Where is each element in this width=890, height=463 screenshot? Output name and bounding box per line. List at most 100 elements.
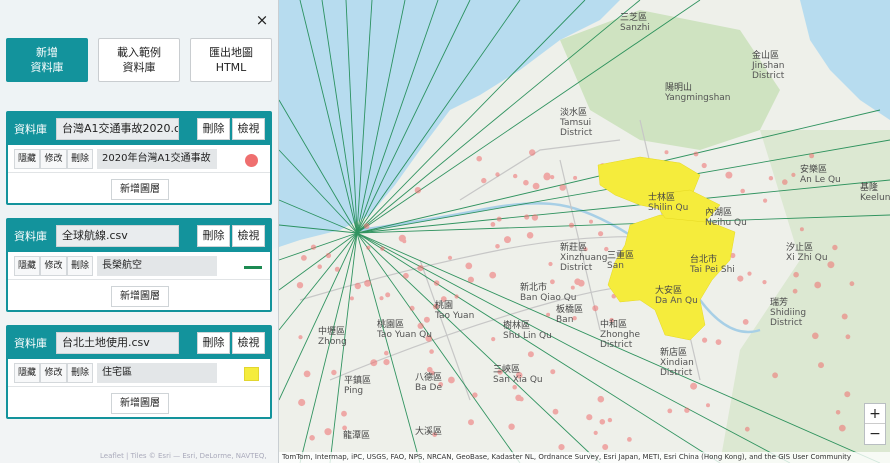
view-database-button[interactable]: 檢視 — [232, 225, 265, 247]
accident-point[interactable] — [548, 261, 553, 267]
accident-point[interactable] — [454, 294, 459, 299]
accident-point[interactable] — [725, 171, 733, 179]
edit-layer-button[interactable]: 修改 — [40, 363, 67, 383]
zoom-in-button[interactable]: + — [865, 404, 885, 424]
accident-point[interactable] — [793, 271, 799, 278]
accident-point[interactable] — [524, 214, 530, 220]
accident-point[interactable] — [740, 188, 745, 194]
accident-point[interactable] — [433, 280, 440, 286]
accident-point[interactable] — [546, 312, 551, 317]
accident-point[interactable] — [324, 428, 332, 436]
accident-point[interactable] — [744, 426, 750, 432]
accident-point[interactable] — [472, 392, 478, 398]
accident-point[interactable] — [589, 219, 593, 224]
accident-point[interactable] — [429, 349, 434, 354]
delete-layer-button[interactable]: 刪除 — [67, 256, 93, 276]
hide-layer-button[interactable]: 隱藏 — [14, 256, 40, 276]
accident-point[interactable] — [827, 261, 835, 269]
accident-point[interactable] — [317, 264, 323, 270]
accident-point[interactable] — [310, 244, 317, 250]
accident-point[interactable] — [702, 337, 708, 343]
accident-point[interactable] — [298, 335, 303, 340]
accident-point[interactable] — [762, 280, 767, 285]
accident-point[interactable] — [592, 305, 599, 312]
accident-point[interactable] — [838, 424, 846, 432]
zoom-out-button[interactable]: − — [865, 424, 885, 444]
accident-point[interactable] — [468, 419, 474, 426]
accident-point[interactable] — [701, 162, 707, 169]
accident-point[interactable] — [844, 391, 851, 398]
accident-point[interactable] — [496, 216, 502, 222]
accident-point[interactable] — [782, 179, 788, 185]
accident-point[interactable] — [325, 252, 332, 259]
accident-point[interactable] — [349, 296, 354, 301]
accident-point[interactable] — [550, 175, 555, 180]
accident-point[interactable] — [526, 232, 534, 239]
edit-layer-button[interactable]: 修改 — [40, 256, 67, 276]
accident-point[interactable] — [366, 245, 371, 250]
accident-point[interactable] — [559, 184, 566, 191]
accident-point[interactable] — [799, 227, 804, 232]
accident-point[interactable] — [552, 408, 559, 415]
accident-point[interactable] — [550, 279, 555, 285]
accident-point[interactable] — [706, 403, 710, 408]
accident-point[interactable] — [465, 262, 473, 270]
accident-point[interactable] — [363, 223, 370, 229]
view-database-button[interactable]: 檢視 — [232, 118, 265, 140]
accident-point[interactable] — [489, 271, 497, 279]
hide-layer-button[interactable]: 隱藏 — [14, 363, 40, 383]
accident-point[interactable] — [532, 182, 540, 190]
accident-point[interactable] — [832, 244, 838, 251]
accident-point[interactable] — [814, 281, 822, 289]
accident-point[interactable] — [841, 313, 848, 320]
accident-point[interactable] — [398, 234, 406, 242]
accident-point[interactable] — [586, 414, 593, 421]
accident-point[interactable] — [550, 369, 556, 375]
accident-point[interactable] — [627, 437, 632, 442]
accident-point[interactable] — [490, 222, 496, 227]
accident-point[interactable] — [593, 430, 598, 435]
accident-point[interactable] — [835, 410, 841, 415]
accident-point[interactable] — [568, 222, 575, 228]
accident-point[interactable] — [383, 359, 390, 366]
edit-layer-button[interactable]: 修改 — [40, 149, 67, 169]
add-layer-button[interactable]: 新增圖層 — [111, 179, 169, 200]
accident-point[interactable] — [690, 382, 698, 390]
accident-point[interactable] — [664, 150, 669, 155]
accident-point[interactable] — [573, 175, 578, 180]
accident-point[interactable] — [598, 231, 604, 237]
layer-symbol-circle-icon[interactable] — [245, 154, 258, 167]
accident-point[interactable] — [597, 395, 605, 403]
accident-point[interactable] — [342, 425, 347, 431]
accident-point[interactable] — [303, 370, 311, 378]
accident-point[interactable] — [341, 410, 347, 417]
accident-point[interactable] — [684, 407, 690, 413]
accident-point[interactable] — [577, 279, 585, 287]
accident-point[interactable] — [602, 444, 609, 450]
accident-point[interactable] — [772, 372, 778, 379]
delete-layer-button[interactable]: 刪除 — [67, 149, 93, 169]
accident-point[interactable] — [417, 265, 424, 272]
layer-symbol-fill-icon[interactable] — [244, 367, 259, 381]
accident-point[interactable] — [763, 198, 768, 203]
delete-database-button[interactable]: 刪除 — [197, 225, 230, 247]
accident-point[interactable] — [515, 394, 522, 401]
layer-symbol-line-icon[interactable] — [244, 266, 262, 269]
delete-layer-button[interactable]: 刪除 — [67, 363, 93, 383]
accident-point[interactable] — [370, 359, 378, 367]
accident-point[interactable] — [693, 151, 699, 157]
delete-database-button[interactable]: 刪除 — [197, 332, 230, 354]
accident-point[interactable] — [384, 350, 389, 356]
view-database-button[interactable]: 檢視 — [232, 332, 265, 354]
accident-point[interactable] — [667, 408, 673, 414]
accident-point[interactable] — [543, 172, 551, 180]
accident-point[interactable] — [531, 214, 539, 221]
accident-point[interactable] — [742, 319, 749, 325]
add-database-button[interactable]: 新增 資料庫 — [6, 38, 88, 82]
accident-point[interactable] — [737, 275, 744, 282]
accident-point[interactable] — [715, 339, 722, 345]
accident-point[interactable] — [481, 177, 487, 184]
accident-point[interactable] — [476, 155, 483, 162]
accident-point[interactable] — [423, 316, 430, 323]
add-layer-button[interactable]: 新增圖層 — [111, 286, 169, 307]
